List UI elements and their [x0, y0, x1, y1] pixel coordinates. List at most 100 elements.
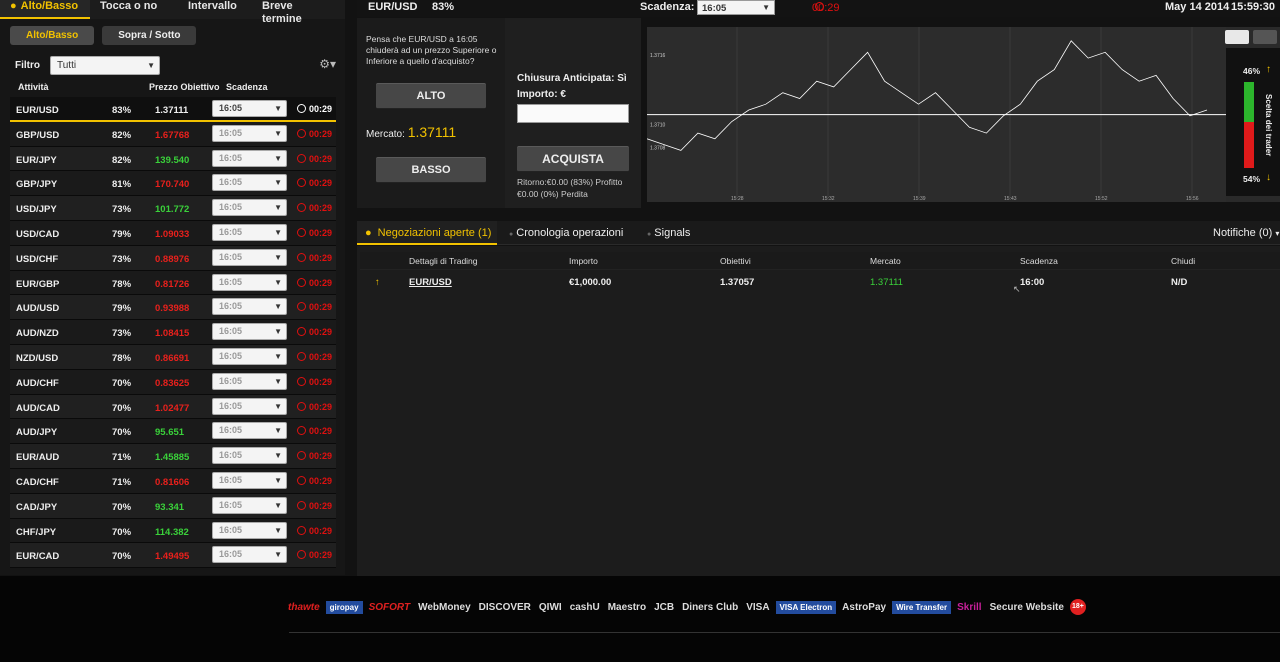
asset-expiry-select[interactable]: 16:05 ▼: [212, 471, 287, 489]
gear-icon[interactable]: ⚙▾: [319, 57, 336, 71]
table-row[interactable]: ↑ EUR/USD €1,000.00 1.37057 1.37111 16:0…: [360, 270, 1280, 296]
asset-timer: 00:29: [297, 451, 332, 461]
asset-row[interactable]: GBP/JPY 81% 170.740 16:05 ▼ 00:29: [10, 171, 336, 197]
asset-table-header: Attività Prezzo Obiettivo Scadenza: [10, 80, 336, 96]
payment-logo: WebMoney: [418, 601, 471, 613]
asset-expiry-select[interactable]: 16:05 ▼: [212, 447, 287, 465]
asset-expiry-select[interactable]: 16:05 ▼: [212, 199, 287, 217]
chart-view-button[interactable]: [1225, 30, 1249, 44]
asset-expiry-select[interactable]: 16:05 ▼: [212, 298, 287, 316]
asset-row[interactable]: CHF/JPY 70% 114.382 16:05 ▼ 00:29: [10, 518, 336, 544]
asset-timer: 00:29: [297, 128, 332, 139]
trade-asset-link[interactable]: EUR/USD: [409, 277, 452, 288]
asset-timer: 00:29: [297, 252, 332, 263]
asset-expiry-select[interactable]: 16:05 ▼: [212, 347, 287, 365]
th-market: Mercato: [870, 256, 901, 266]
tab-open-trades[interactable]: ● Negoziazioni aperte (1): [357, 221, 497, 245]
filter-label: Filtro: [15, 59, 40, 71]
asset-payout: 73%: [112, 328, 132, 340]
asset-name: AUD/CAD: [16, 402, 60, 414]
asset-price: 0.83625: [155, 377, 190, 389]
asset-timer: 00:29: [297, 302, 332, 312]
subtab-alto-basso[interactable]: Alto/Basso: [10, 26, 95, 45]
filter-select[interactable]: Tutti ▼: [50, 55, 160, 75]
tab-alto-basso[interactable]: ● Alto/Basso: [0, 0, 90, 19]
notifications-button[interactable]: Notifiche (0) ▾: [1213, 221, 1279, 245]
alto-button[interactable]: ALTO: [376, 83, 486, 109]
asset-row[interactable]: CAD/JPY 70% 93.341 16:05 ▼ 00:29: [10, 493, 336, 519]
early-close-label: Chiusura Anticipata: Sì: [517, 73, 627, 84]
asset-row[interactable]: GBP/USD 82% 1.67768 16:05 ▼ 00:29: [10, 121, 336, 147]
asset-row[interactable]: AUD/CAD 70% 1.02477 16:05 ▼ 00:29: [10, 394, 336, 420]
payment-logo: VISA: [746, 601, 770, 613]
asset-expiry-select[interactable]: 16:05 ▼: [212, 546, 287, 564]
subtab-sopra-sotto[interactable]: Sopra / Sotto: [102, 26, 197, 45]
asset-row[interactable]: USD/JPY 73% 101.772 16:05 ▼ 00:29: [10, 196, 336, 221]
payment-logo: Secure Website: [989, 601, 1064, 613]
asset-expiry-select[interactable]: 16:05 ▼: [212, 422, 287, 440]
clock-icon: [297, 525, 306, 535]
tab-breve-termine[interactable]: Breve termine: [252, 0, 345, 25]
asset-row[interactable]: AUD/NZD 73% 1.08415 16:05 ▼ 00:29: [10, 320, 336, 345]
asset-row[interactable]: CAD/CHF 71% 0.81606 16:05 ▼ 00:29: [10, 468, 336, 494]
th-expiry: Scadenza: [1020, 256, 1058, 266]
asset-row[interactable]: EUR/USD 83% 1.37111 16:05 ▼ 00:29: [10, 97, 336, 122]
payment-logo: QIWI: [538, 601, 562, 613]
tab-tocca-o-no[interactable]: Tocca o no: [90, 0, 178, 19]
asset-expiry-select[interactable]: 16:05 ▼: [212, 521, 287, 539]
buy-button[interactable]: ACQUISTA: [517, 146, 629, 172]
asset-timer: 00:29: [297, 401, 332, 412]
asset-price: 0.93988: [155, 303, 190, 315]
price-chart[interactable]: 15:28 15:32 15:39 15:43 15:52 15:56 1.3716 1.37…: [646, 27, 1280, 202]
asset-expiry-select[interactable]: 16:05 ▼: [212, 323, 287, 341]
asset-row[interactable]: NZD/USD 78% 0.86691 16:05 ▼ 00:29: [10, 344, 336, 370]
asset-expiry-select[interactable]: 16:05 ▼: [212, 174, 287, 192]
payment-logo: thawte: [288, 601, 320, 613]
chart-expand-button[interactable]: [1253, 30, 1277, 44]
clock-icon: [815, 2, 824, 11]
asset-expiry-select[interactable]: 16:05 ▼: [212, 100, 287, 117]
expiry-select[interactable]: 16:05 ▼: [697, 0, 775, 15]
selected-payout: 83%: [432, 1, 455, 13]
asset-expiry-select[interactable]: 16:05 ▼: [212, 223, 287, 241]
asset-price: 95.651: [155, 427, 185, 439]
asset-expiry-select[interactable]: 16:05 ▼: [212, 248, 287, 266]
asset-row[interactable]: EUR/AUD 71% 1.45885 16:05 ▼ 00:29: [10, 444, 336, 469]
clock-icon: [297, 104, 306, 113]
asset-payout: 71%: [112, 452, 132, 464]
tab-signals[interactable]: ● Signals: [647, 221, 690, 245]
tab-intervallo[interactable]: Intervallo: [178, 0, 252, 19]
asset-row[interactable]: USD/CAD 79% 1.09033 16:05 ▼ 00:29: [10, 220, 336, 246]
asset-row[interactable]: AUD/JPY 70% 95.651 16:05 ▼ 00:29: [10, 419, 336, 445]
amount-label: Importo: €: [517, 89, 566, 100]
asset-expiry-select[interactable]: 16:05 ▼: [212, 273, 287, 291]
asset-expiry-select[interactable]: 16:05 ▼: [212, 372, 287, 390]
asset-expiry-select[interactable]: 16:05 ▼: [212, 496, 287, 514]
asset-row[interactable]: AUD/USD 79% 0.93988 16:05 ▼ 00:29: [10, 295, 336, 321]
asset-payout: 70%: [112, 501, 132, 513]
market-price: Mercato: 1.37111: [366, 124, 457, 140]
chevron-down-icon: ▼: [274, 525, 282, 535]
active-dot-icon: ●: [10, 0, 17, 12]
asset-expiry-select[interactable]: 16:05 ▼: [212, 124, 287, 142]
asset-row[interactable]: EUR/JPY 82% 139.540 16:05 ▼ 00:29: [10, 146, 336, 172]
asset-price: 114.382: [155, 526, 189, 538]
chevron-down-icon: ▼: [762, 3, 770, 12]
asset-row[interactable]: USD/CHF 73% 0.88976 16:05 ▼ 00:29: [10, 245, 336, 271]
asset-expiry-select[interactable]: 16:05 ▼: [212, 397, 287, 415]
chevron-down-icon: ▼: [274, 277, 282, 287]
basso-button[interactable]: BASSO: [376, 157, 486, 183]
dot-icon: ●: [647, 231, 652, 238]
asset-row[interactable]: AUD/CHF 70% 0.83625 16:05 ▼ 00:29: [10, 369, 336, 395]
asset-row[interactable]: EUR/GBP 78% 0.81726 16:05 ▼ 00:29: [10, 270, 336, 296]
amount-input[interactable]: [517, 104, 629, 123]
payment-logo: Skrill: [957, 601, 982, 613]
tab-trade-history[interactable]: ● Cronologia operazioni: [509, 221, 623, 245]
asset-price: 139.540: [155, 154, 190, 166]
asset-row[interactable]: EUR/CAD 70% 1.49495 16:05 ▼ 00:29: [10, 543, 336, 569]
chart-svg: 15:28 15:32 15:39 15:43 15:52 15:56 1.3716 1.37…: [646, 27, 1277, 202]
asset-timer: 00:29: [297, 153, 332, 164]
asset-expiry-select[interactable]: 16:05 ▼: [212, 149, 287, 167]
asset-list: EUR/USD 83% 1.37111 16:05 ▼ 00:29 GBP/USD 82% 1.…: [10, 97, 336, 569]
gauge-down-bar: [1244, 122, 1254, 168]
